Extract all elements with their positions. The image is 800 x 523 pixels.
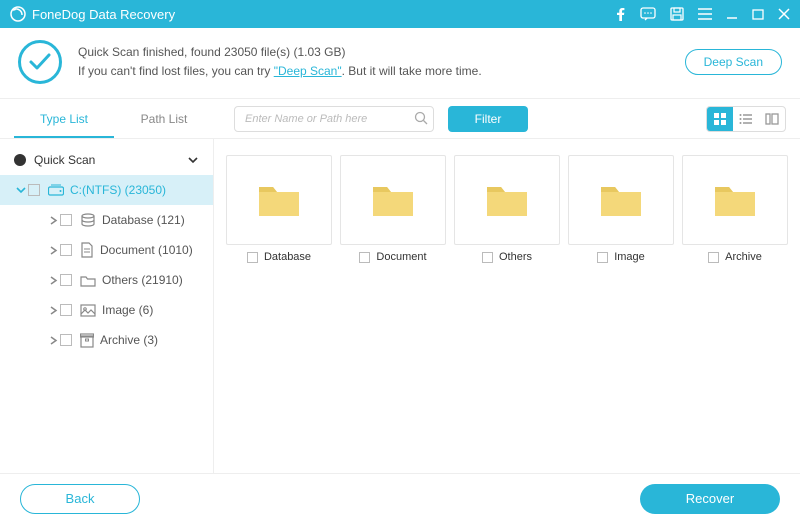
save-icon[interactable] [670, 7, 684, 21]
view-mode-toggle [706, 106, 786, 132]
chevron-right-icon [49, 276, 58, 285]
tree-label: Quick Scan [34, 153, 95, 167]
doc-icon [80, 242, 94, 258]
checkbox[interactable] [60, 274, 72, 286]
tab-type-list[interactable]: Type List [14, 100, 114, 138]
view-grid-icon[interactable] [707, 107, 733, 131]
tree-label: Image (6) [102, 303, 153, 317]
folder-label: Document [376, 251, 426, 263]
folder-label: Image [614, 251, 645, 263]
chevron-down-icon [16, 185, 26, 195]
checkbox[interactable] [247, 252, 258, 263]
logo-icon [10, 6, 26, 22]
tree-label: Others (21910) [102, 273, 183, 287]
checkbox[interactable] [60, 304, 72, 316]
list-tabs: Type List Path List [14, 100, 214, 138]
deep-scan-button[interactable]: Deep Scan [685, 49, 782, 75]
search-input[interactable] [234, 106, 434, 132]
tree-drive[interactable]: C:(NTFS) (23050) [0, 175, 213, 205]
tree-label: Archive (3) [100, 333, 158, 347]
menu-icon[interactable] [698, 8, 712, 20]
chevron-right-icon [49, 306, 58, 315]
folder-icon [568, 155, 674, 245]
tree-label: Database (121) [102, 213, 185, 227]
db-icon [80, 213, 96, 227]
chevron-right-icon [49, 216, 58, 225]
chevron-right-icon [49, 336, 58, 345]
bullet-icon [14, 154, 26, 166]
chevron-down-icon [187, 154, 199, 166]
checkbox[interactable] [60, 214, 72, 226]
footer: Back Recover [0, 473, 800, 523]
chevron-right-icon [49, 246, 58, 255]
checkbox[interactable] [482, 252, 493, 263]
app-title: FoneDog Data Recovery [32, 7, 175, 22]
checkbox[interactable] [28, 184, 40, 196]
folder-icon [682, 155, 788, 245]
folder-item[interactable]: Archive [682, 155, 788, 263]
folder-label: Others [499, 251, 532, 263]
folder-icon [226, 155, 332, 245]
folder-icon [80, 274, 96, 287]
tree-label: Document (1010) [100, 243, 193, 257]
folder-item[interactable]: Document [340, 155, 446, 263]
tree-quick-scan[interactable]: Quick Scan [0, 145, 213, 175]
back-button[interactable]: Back [20, 484, 140, 514]
check-circle-icon [18, 40, 62, 84]
maximize-icon[interactable] [752, 8, 764, 20]
tree-item[interactable]: Others (21910) [0, 265, 213, 295]
folder-item[interactable]: Image [568, 155, 674, 263]
folder-item[interactable]: Database [226, 155, 332, 263]
tab-path-list[interactable]: Path List [114, 100, 214, 138]
close-icon[interactable] [778, 8, 790, 20]
search-box [234, 106, 434, 132]
folder-grid: Database Document Others Image Archive [214, 139, 800, 504]
deep-scan-link[interactable]: "Deep Scan" [274, 64, 342, 78]
tree-label: C:(NTFS) (23050) [70, 183, 166, 197]
toolbar: Type List Path List Filter [0, 99, 800, 139]
tree-item[interactable]: Image (6) [0, 295, 213, 325]
checkbox[interactable] [60, 334, 72, 346]
main-area: Quick Scan C:(NTFS) (23050) Database (12… [0, 139, 800, 504]
scan-message: Quick Scan finished, found 23050 file(s)… [78, 43, 482, 81]
checkbox[interactable] [597, 252, 608, 263]
search-icon[interactable] [414, 111, 428, 130]
tree-item[interactable]: Archive (3) [0, 325, 213, 355]
archive-icon [80, 333, 94, 348]
folder-label: Database [264, 251, 311, 263]
sidebar-tree: Quick Scan C:(NTFS) (23050) Database (12… [0, 139, 214, 504]
tree-item[interactable]: Document (1010) [0, 235, 213, 265]
folder-icon [340, 155, 446, 245]
view-list-icon[interactable] [733, 107, 759, 131]
feedback-icon[interactable] [640, 7, 656, 21]
folder-label: Archive [725, 251, 762, 263]
checkbox[interactable] [359, 252, 370, 263]
folder-item[interactable]: Others [454, 155, 560, 263]
tree-item[interactable]: Database (121) [0, 205, 213, 235]
titlebar: FoneDog Data Recovery [0, 0, 800, 28]
window-controls [616, 7, 790, 21]
minimize-icon[interactable] [726, 8, 738, 20]
image-icon [80, 304, 96, 317]
scan-result-banner: Quick Scan finished, found 23050 file(s)… [0, 28, 800, 99]
checkbox[interactable] [708, 252, 719, 263]
app-logo: FoneDog Data Recovery [10, 6, 175, 22]
drive-icon [48, 184, 64, 196]
recover-button[interactable]: Recover [640, 484, 780, 514]
folder-icon [454, 155, 560, 245]
checkbox[interactable] [60, 244, 72, 256]
filter-button[interactable]: Filter [448, 106, 528, 132]
view-detail-icon[interactable] [759, 107, 785, 131]
facebook-icon[interactable] [616, 7, 626, 21]
